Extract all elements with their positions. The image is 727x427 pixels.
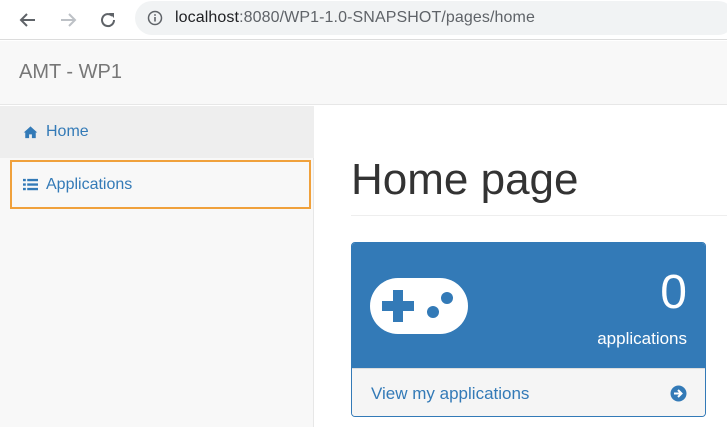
reload-icon [101, 13, 116, 28]
back-button[interactable] [14, 6, 42, 34]
applications-count-label: applications [597, 329, 687, 348]
sidebar-item-applications[interactable]: Applications [10, 160, 311, 209]
app-navbar: AMT - WP1 [0, 41, 727, 105]
arrow-circle-right-icon [670, 385, 687, 402]
browser-toolbar: localhost:8080/WP1-1.0-SNAPSHOT/pages/ho… [0, 0, 727, 40]
brand-link[interactable]: AMT - WP1 [19, 61, 122, 84]
gamepad-icon [370, 278, 468, 334]
url-host: localhost [175, 9, 240, 26]
applications-panel: 0 applications View my applications [351, 242, 706, 417]
applications-count: 0 [660, 266, 687, 319]
sidebar-item-home[interactable]: Home [0, 106, 314, 158]
url-path: :8080/WP1-1.0-SNAPSHOT/pages/home [239, 9, 535, 26]
sidebar-item-label: Applications [46, 175, 133, 193]
title-divider [351, 215, 727, 216]
panel-heading: 0 applications [352, 243, 705, 368]
sidebar-item-label: Home [46, 123, 89, 140]
home-icon [22, 124, 38, 140]
view-applications-link[interactable]: View my applications [352, 368, 705, 416]
url-text: localhost:8080/WP1-1.0-SNAPSHOT/pages/ho… [175, 9, 535, 27]
forward-button[interactable] [54, 6, 82, 34]
arrow-right-icon [61, 13, 77, 27]
info-icon[interactable] [147, 10, 163, 26]
address-bar[interactable]: localhost:8080/WP1-1.0-SNAPSHOT/pages/ho… [135, 1, 727, 35]
arrow-left-icon [19, 13, 35, 27]
view-applications-label[interactable]: View my applications [371, 384, 529, 404]
list-icon [22, 177, 38, 193]
reload-button[interactable] [94, 6, 122, 34]
sidebar: Home Applications [0, 106, 314, 427]
page-title: Home page [351, 155, 579, 204]
